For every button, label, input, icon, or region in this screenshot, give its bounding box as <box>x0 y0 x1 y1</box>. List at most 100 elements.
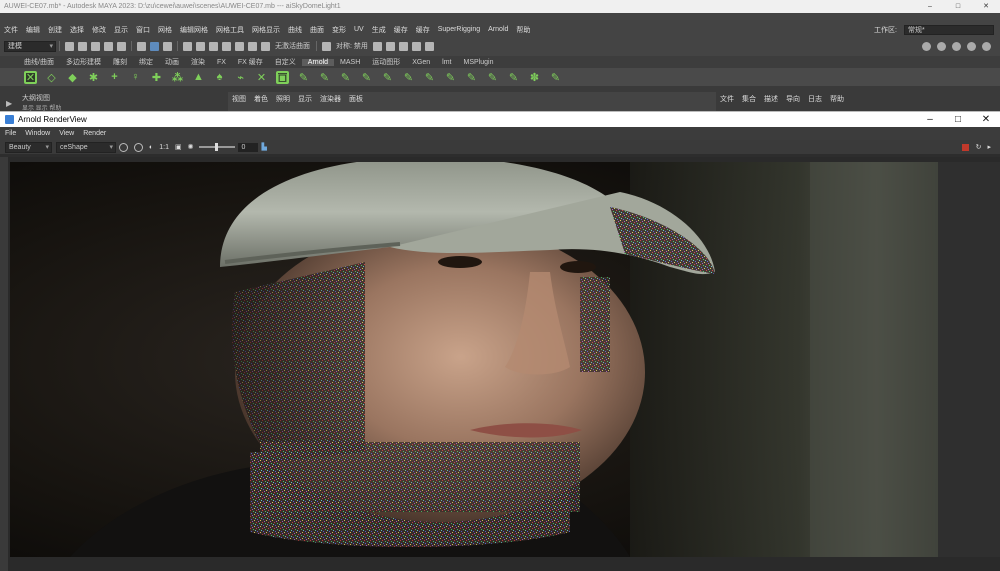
menu-surfaces[interactable]: 曲面 <box>306 25 328 35</box>
select-hierarchy-icon[interactable] <box>137 41 146 51</box>
menu-set-dropdown[interactable]: 建模 <box>4 40 56 52</box>
help-icon[interactable]: ✎ <box>507 71 520 84</box>
aov-icon[interactable]: ✎ <box>360 71 373 84</box>
license-icon[interactable]: ✎ <box>444 71 457 84</box>
select-component-icon[interactable] <box>163 41 172 51</box>
pause-icon[interactable] <box>424 41 434 51</box>
menu-cache-2[interactable]: 缓存 <box>412 25 434 35</box>
skydome-light-icon[interactable]: ◆ <box>66 71 79 84</box>
light-portal-icon[interactable]: ✚ <box>150 71 163 84</box>
viewport-menu-view[interactable]: 视图 <box>232 94 246 109</box>
mesh-light-icon[interactable]: + <box>108 71 121 84</box>
menu-edit[interactable]: 编辑 <box>22 25 44 35</box>
arnold-menu-view[interactable]: View <box>59 130 74 137</box>
exposure-field[interactable]: 0 <box>238 142 259 152</box>
arnold-menu-render[interactable]: Render <box>83 130 106 137</box>
save-scene-icon[interactable] <box>91 41 100 51</box>
shelf-tab-lmt[interactable]: lmt <box>436 59 457 66</box>
shelf-tab-fx[interactable]: FX <box>211 59 232 66</box>
menu-help[interactable]: 帮助 <box>512 25 534 35</box>
snap-view-plane-icon[interactable] <box>222 41 231 51</box>
viewport-menu-show[interactable]: 显示 <box>298 94 312 109</box>
menu-modify[interactable]: 修改 <box>88 25 110 35</box>
export-ass-icon[interactable]: ✎ <box>423 71 436 84</box>
shelf-tab-mash[interactable]: MASH <box>334 59 366 66</box>
flush-cache-icon[interactable]: ✕ <box>255 71 268 84</box>
menu-curves[interactable]: 曲线 <box>284 25 306 35</box>
xgen-menu-collection[interactable]: 集合 <box>742 94 756 104</box>
contrast-icon[interactable]: ◐ <box>149 144 153 151</box>
menu-display[interactable]: 显示 <box>110 25 132 35</box>
texture-icon[interactable]: ✎ <box>318 71 331 84</box>
select-object-icon[interactable] <box>150 41 159 51</box>
shelf-tab-xgen[interactable]: XGen <box>406 59 436 66</box>
stand-in-icon[interactable]: ♠ <box>213 71 226 84</box>
shelf-tab-render[interactable]: 渲染 <box>185 57 211 67</box>
standard-volume-icon[interactable]: ▲ <box>192 71 205 84</box>
display-all-channels-icon[interactable] <box>119 142 128 152</box>
exposure-icon[interactable]: ✺ <box>188 143 194 151</box>
camera-dropdown[interactable]: ceShape <box>56 141 116 153</box>
workspace-dropdown[interactable]: 常规* <box>904 24 994 35</box>
snap-curve-icon[interactable] <box>196 41 205 51</box>
new-scene-icon[interactable] <box>65 41 74 51</box>
shelf-tab-sculpt[interactable]: 雕刻 <box>107 57 133 67</box>
redo-icon[interactable] <box>117 41 126 51</box>
arnold-minimize-button[interactable]: – <box>916 114 944 125</box>
viewport-menu-renderer[interactable]: 渲染器 <box>320 94 341 109</box>
symmetry-status[interactable]: 对称: 禁用 <box>336 41 368 51</box>
undo-icon[interactable] <box>104 41 113 51</box>
toon-icon[interactable]: ✎ <box>381 71 394 84</box>
xgen-menu-description[interactable]: 描述 <box>764 94 778 104</box>
shelf-tab-arnold[interactable]: Arnold <box>301 58 335 66</box>
menu-mesh[interactable]: 网格 <box>154 25 176 35</box>
menu-create[interactable]: 创建 <box>44 25 66 35</box>
snap-grid-icon[interactable] <box>183 41 192 51</box>
area-light-icon[interactable]: ✱ <box>87 71 100 84</box>
tx-manager-icon[interactable]: ✎ <box>486 71 499 84</box>
zoom-1to1-button[interactable]: 1:1 <box>159 144 169 151</box>
menu-uv[interactable]: UV <box>350 26 368 33</box>
render-settings-icon[interactable] <box>398 41 408 51</box>
shelf-tab-curves[interactable]: 曲线/曲面 <box>18 57 60 67</box>
render-frame-icon[interactable] <box>372 41 382 51</box>
shelf-tab-anim[interactable]: 动画 <box>159 57 185 67</box>
render-image[interactable] <box>10 162 938 557</box>
history-icon[interactable] <box>322 41 331 51</box>
arnold-menu-window[interactable]: Window <box>25 130 50 137</box>
attribute-editor-icon[interactable] <box>952 41 961 51</box>
menu-mesh-tools[interactable]: 网格工具 <box>212 25 248 35</box>
refresh-render-icon[interactable]: ↻ <box>976 143 982 151</box>
magnet-icon[interactable] <box>261 41 270 51</box>
settings-icon[interactable]: ✽ <box>528 71 541 84</box>
log-icon[interactable]: ✎ <box>549 71 562 84</box>
light-editor-icon[interactable]: ✎ <box>339 71 352 84</box>
shelf-tab-custom[interactable]: 自定义 <box>269 57 302 67</box>
exposure-slider-knob[interactable] <box>215 143 219 151</box>
physical-sky-icon[interactable]: ⁂ <box>171 71 184 84</box>
exposure-slider[interactable] <box>199 143 236 151</box>
xgen-menu-help[interactable]: 帮助 <box>830 94 844 104</box>
close-button[interactable]: ✕ <box>972 0 1000 13</box>
viewport-menu-shading[interactable]: 着色 <box>254 94 268 109</box>
minimize-button[interactable]: – <box>916 0 944 13</box>
viewport-menu-lighting[interactable]: 照明 <box>276 94 290 109</box>
xgen-menu-guides[interactable]: 导向 <box>786 94 800 104</box>
aov-dropdown[interactable]: Beauty <box>5 141 52 153</box>
stop-render-icon[interactable] <box>961 143 969 151</box>
material-icon[interactable]: ▣ <box>276 70 289 84</box>
maximize-button[interactable]: □ <box>944 0 972 13</box>
menu-deform[interactable]: 变形 <box>328 25 350 35</box>
snap-live-icon[interactable] <box>248 41 257 51</box>
menu-superrigging[interactable]: SuperRigging <box>434 26 484 33</box>
options-icon[interactable]: ▸ <box>987 143 991 151</box>
arnold-render-icon[interactable]: ✕ <box>24 70 37 84</box>
menu-file[interactable]: 文件 <box>0 25 22 35</box>
menu-arnold[interactable]: Arnold <box>484 26 512 33</box>
menu-cache[interactable]: 缓存 <box>390 25 412 35</box>
snap-surface-icon[interactable] <box>235 41 244 51</box>
fit-frame-icon[interactable]: ▣ <box>175 143 182 151</box>
crop-region-icon[interactable] <box>134 142 143 152</box>
open-scene-icon[interactable] <box>78 41 87 51</box>
arnold-maximize-button[interactable]: □ <box>944 114 972 125</box>
